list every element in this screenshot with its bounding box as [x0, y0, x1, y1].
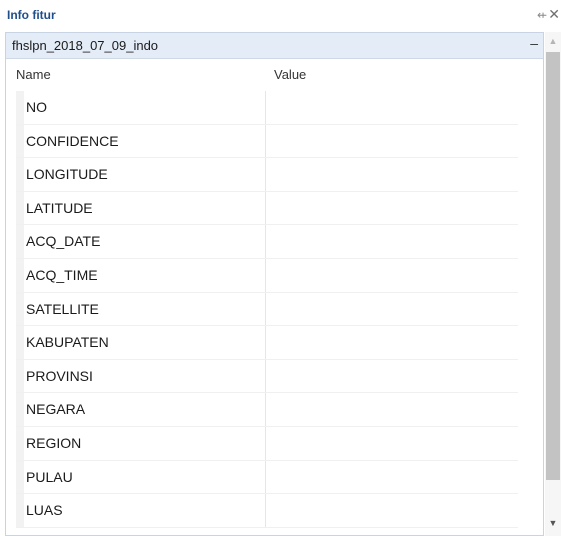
pin-icon[interactable]: ⇷: [537, 8, 547, 22]
row-handle: [16, 292, 24, 326]
field-value[interactable]: [265, 359, 517, 393]
field-value[interactable]: [265, 460, 517, 494]
table-row[interactable]: PULAU: [16, 460, 518, 495]
row-handle: [16, 225, 24, 258]
table-row[interactable]: ACQ_TIME: [16, 258, 518, 293]
field-value[interactable]: [265, 292, 517, 326]
vertical-scrollbar[interactable]: ▲ ▼: [545, 32, 561, 536]
feature-info-panel: Info fitur ⇷ ✕ fhslpn_2018_07_09_indo – …: [0, 0, 561, 536]
field-name: LONGITUDE: [26, 166, 108, 183]
table-row[interactable]: REGION: [16, 426, 518, 461]
field-name: LATITUDE: [26, 199, 93, 216]
table-row[interactable]: NEGARA: [16, 393, 518, 427]
field-name: ACQ_TIME: [26, 266, 98, 283]
field-name: ACQ_DATE: [26, 233, 101, 250]
close-icon[interactable]: ✕: [548, 6, 560, 23]
row-handle: [16, 191, 24, 225]
field-value[interactable]: [265, 393, 517, 426]
field-value[interactable]: [265, 426, 517, 460]
field-value[interactable]: [265, 326, 517, 359]
table-row[interactable]: KABUPATEN: [16, 326, 518, 360]
field-value[interactable]: [265, 124, 517, 158]
row-handle: [16, 158, 24, 191]
field-value[interactable]: [265, 494, 517, 527]
attribute-table: NO CONFIDENCE LONGITUDE LATITUDE ACQ_DAT: [16, 91, 518, 528]
table-row[interactable]: ACQ_DATE: [16, 225, 518, 259]
column-header-value[interactable]: Value: [274, 67, 306, 82]
field-name: REGION: [26, 434, 82, 451]
field-name: SATELLITE: [26, 300, 99, 317]
field-value[interactable]: [265, 258, 517, 292]
panel-titlebar: Info fitur ⇷ ✕: [0, 0, 561, 30]
field-name: PROVINSI: [26, 367, 93, 384]
panel-title: Info fitur: [7, 8, 56, 22]
field-name: NO: [26, 99, 47, 115]
field-value[interactable]: [265, 91, 517, 124]
row-handle: [16, 258, 24, 292]
feature-list: fhslpn_2018_07_09_indo – Name Value NO C…: [5, 32, 544, 536]
table-row[interactable]: NO: [16, 91, 518, 125]
table-row[interactable]: SATELLITE: [16, 292, 518, 327]
row-handle: [16, 359, 24, 393]
table-row[interactable]: CONFIDENCE: [16, 124, 518, 159]
row-handle: [16, 494, 24, 527]
layer-header[interactable]: fhslpn_2018_07_09_indo –: [6, 33, 543, 59]
row-handle: [16, 426, 24, 460]
field-value[interactable]: [265, 158, 517, 191]
field-name: CONFIDENCE: [26, 132, 119, 149]
row-handle: [16, 124, 24, 158]
table-row[interactable]: LATITUDE: [16, 191, 518, 226]
field-name: KABUPATEN: [26, 334, 109, 351]
scroll-up-icon[interactable]: ▲: [545, 36, 561, 46]
column-header-name[interactable]: Name: [16, 67, 51, 82]
field-name: NEGARA: [26, 401, 86, 418]
table-row[interactable]: LUAS: [16, 494, 518, 528]
scroll-down-icon[interactable]: ▼: [545, 518, 561, 528]
table-row[interactable]: LONGITUDE: [16, 158, 518, 192]
field-value[interactable]: [265, 191, 517, 225]
layer-name: fhslpn_2018_07_09_indo: [12, 38, 159, 53]
row-handle: [16, 460, 24, 494]
field-name: PULAU: [26, 468, 73, 485]
field-name: LUAS: [26, 502, 63, 519]
column-headers: Name Value: [6, 59, 543, 89]
field-value[interactable]: [265, 225, 517, 258]
collapse-icon[interactable]: –: [530, 35, 538, 51]
scrollbar-thumb[interactable]: [546, 52, 560, 480]
row-handle: [16, 326, 24, 359]
row-handle: [16, 91, 24, 124]
row-handle: [16, 393, 24, 426]
table-row[interactable]: PROVINSI: [16, 359, 518, 394]
